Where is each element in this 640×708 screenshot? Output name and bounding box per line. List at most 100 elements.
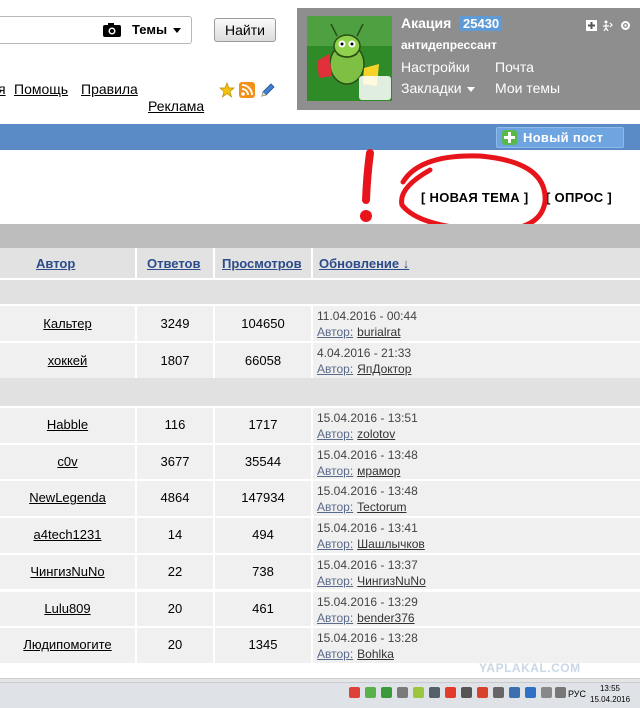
poll-button[interactable]: [ ОПРОС ] [546,190,612,205]
updated-date: 15.04.2016 - 13:29 [317,594,418,609]
tray-app-icon[interactable] [493,687,504,698]
tray-app-icon[interactable] [525,687,536,698]
author-cell[interactable]: хоккей [0,343,135,378]
author-label: Автор: [317,463,354,478]
author-cell[interactable]: c0v [0,444,135,480]
replies-cell: 14 [137,518,213,553]
author-link[interactable]: Habble [47,417,88,432]
volume-icon[interactable] [555,687,566,698]
camera-icon[interactable] [103,23,121,37]
bookmarks-menu[interactable]: Закладки [401,80,475,96]
updated-date: 15.04.2016 - 13:41 [317,521,418,536]
nav-link-help[interactable]: Помощь [14,81,68,97]
tray-app-icon[interactable] [477,687,488,698]
plus-icon [502,130,517,145]
pencil-icon[interactable] [260,82,276,98]
username[interactable]: Акация [401,15,451,31]
search-input[interactable] [0,20,100,42]
search-box[interactable]: Темы [0,16,192,44]
tray-app-icon[interactable] [365,687,376,698]
my-topics-link[interactable]: Мои темы [495,80,560,96]
updated-date: 15.04.2016 - 13:48 [317,447,418,462]
col-author[interactable]: Автор [0,248,135,278]
author-link[interactable]: a4tech1231 [34,527,102,542]
replies-cell: 116 [137,408,213,443]
updated-cell: 15.04.2016 - 13:29 Автор: bender376 [313,591,640,626]
new-post-label: Новый пост [523,130,604,145]
clock[interactable]: 13:55 15.04.2016 [590,683,630,705]
author-cell[interactable]: NewLegenda [0,481,135,516]
author-cell[interactable]: Кальтер [0,306,135,341]
replies-cell-value: 116 [164,417,186,432]
col-updated[interactable]: Обновление ↓ [313,248,640,278]
author-link[interactable]: c0v [57,454,77,469]
views-cell: 104650 [215,306,311,341]
mail-link[interactable]: Почта [495,59,534,75]
last-author-link[interactable]: zolotov [357,427,395,441]
star-icon[interactable] [219,82,235,98]
clock-date: 15.04.2016 [590,695,631,704]
ads-link[interactable]: Реклама [148,98,204,114]
author-link[interactable]: ЧингизNuNo [30,564,104,579]
author-label: Автор: [317,647,354,662]
views-cell-value: 104650 [241,316,285,331]
author-label: Автор: [317,610,354,625]
new-topic-button[interactable]: [ НОВАЯ ТЕМА ] [421,190,529,205]
author-label: Автор: [317,500,354,515]
author-link[interactable]: хоккей [48,353,88,368]
rss-icon[interactable] [239,82,255,98]
author-cell[interactable]: a4tech1231 [0,518,135,553]
clock-time: 13:55 [599,684,621,693]
tray-app-icon[interactable] [541,687,552,698]
views-cell-value: 494 [252,527,274,543]
author-cell[interactable]: Habble [0,408,135,443]
tray-app-icon[interactable] [413,687,424,698]
last-author-link[interactable]: мрамор [357,464,400,478]
last-author-link[interactable]: bender376 [357,611,414,625]
replies-cell-value: 14 [167,527,183,543]
last-author-link[interactable]: ЧингизNuNo [357,574,426,588]
search-scope-label: Темы [132,22,168,37]
updated-cell: 15.04.2016 - 13:41 Автор: Шашлычков [313,518,640,553]
rating-badge: 25430 [460,16,503,31]
last-author-link[interactable]: burialrat [357,325,400,339]
author-link[interactable]: NewLegenda [29,490,106,505]
col-views[interactable]: Просмотров [215,248,311,278]
new-post-button[interactable]: Новый пост [496,127,624,148]
tray-app-icon[interactable] [349,687,360,698]
updated-date: 15.04.2016 - 13:51 [317,411,418,425]
nav-link-partial[interactable]: я [0,81,6,97]
updated-cell: 15.04.2016 - 13:51 Автор: zolotov [313,408,640,443]
settings-link[interactable]: Настройки [401,59,470,75]
language-indicator[interactable]: РУС [568,689,586,699]
nav-link-rules[interactable]: Правила [81,81,138,97]
search-scope-select[interactable]: Темы [132,22,182,37]
avatar[interactable] [307,16,392,101]
tray-app-icon[interactable] [429,687,440,698]
views-cell-value: 66058 [244,353,282,368]
author-cell[interactable]: Lulu809 [0,591,135,626]
settings-icon[interactable] [620,20,631,31]
last-author-link[interactable]: Tectorum [357,500,406,514]
author-cell[interactable]: Людипомогите [0,628,135,663]
add-icon[interactable] [586,20,597,31]
views-cell: 1345 [215,628,311,663]
tray-app-icon[interactable] [381,687,392,698]
tray-app-icon[interactable] [445,687,456,698]
last-author-link[interactable]: Bohlka [357,647,394,661]
tray-app-icon[interactable] [509,687,520,698]
tray-app-icon[interactable] [461,687,472,698]
author-link[interactable]: Людипомогите [23,637,111,652]
col-replies[interactable]: Ответов [137,248,213,278]
tray-app-icon[interactable] [397,687,408,698]
author-link[interactable]: Кальтер [43,316,91,331]
updated-date: 4.04.2016 - 21:33 [317,346,412,360]
author-cell[interactable]: ЧингизNuNo [0,554,135,590]
exit-icon[interactable] [602,20,613,31]
last-author-link[interactable]: ЯпДоктор [357,362,411,376]
author-label: Автор: [317,362,354,376]
replies-cell-value: 20 [167,637,183,653]
author-link[interactable]: Lulu809 [44,601,90,616]
find-button[interactable]: Найти [214,18,276,42]
last-author-link[interactable]: Шашлычков [357,537,425,551]
